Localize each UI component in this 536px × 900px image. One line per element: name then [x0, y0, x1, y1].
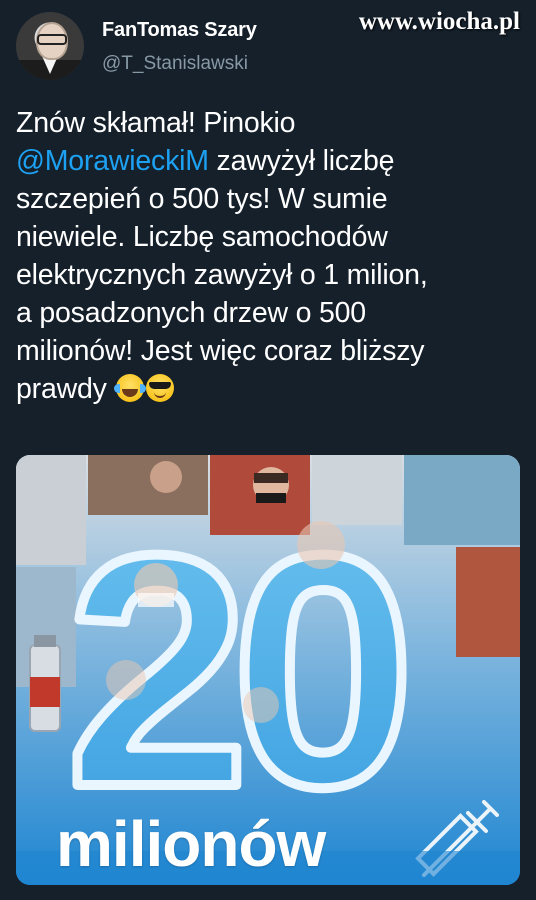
site-watermark: www.wiocha.pl: [358, 8, 520, 35]
tweet-line: szczepień o 500 tys! W sumie: [16, 183, 388, 215]
sunglasses-emoji-icon: [146, 374, 175, 402]
author-display-name[interactable]: FanTomas Szary: [102, 19, 257, 42]
author-avatar[interactable]: [16, 12, 84, 80]
author-handle[interactable]: @T_Stanislawski: [102, 53, 248, 75]
tweet: www.wiocha.pl FanTomas Szary @T_Stanisla…: [0, 0, 536, 900]
tweet-line: Znów skłamał! Pinokio: [16, 107, 296, 139]
person-hair: [254, 473, 288, 483]
tweet-text: Znów skłamał! Pinokio @MorawieckiM zawyż…: [16, 104, 516, 408]
tweet-line: a posadzonych drzew o 500: [16, 297, 366, 329]
person-face: [243, 687, 279, 723]
avatar-glasses: [37, 34, 67, 45]
tweet-line: elektrycznych zawyżył o 1 milion,: [16, 259, 428, 291]
tweet-media-image[interactable]: 20 milionów: [16, 455, 520, 885]
tweet-line: @MorawieckiM zawyżył liczbę: [16, 142, 516, 180]
media-caption: milionów: [56, 808, 326, 880]
tweet-line: prawdy: [16, 370, 516, 408]
tweet-line-text: prawdy: [16, 373, 107, 405]
tweet-line: niewiele. Liczbę samochodów: [16, 221, 388, 253]
vaccine-vial-icon: [29, 635, 61, 732]
bottom-bar: [0, 885, 536, 900]
person-face: [297, 521, 345, 569]
mention-link[interactable]: @MorawieckiM: [16, 145, 209, 177]
photo-tile: [456, 547, 520, 657]
laughing-tears-emoji-icon: [114, 374, 147, 402]
tweet-line-text: zawyżył liczbę: [216, 145, 395, 177]
tweet-line: milionów! Jest więc coraz bliższy: [16, 335, 425, 367]
photo-tile: [404, 455, 520, 545]
person-mask: [138, 593, 174, 607]
person-face: [106, 660, 146, 700]
